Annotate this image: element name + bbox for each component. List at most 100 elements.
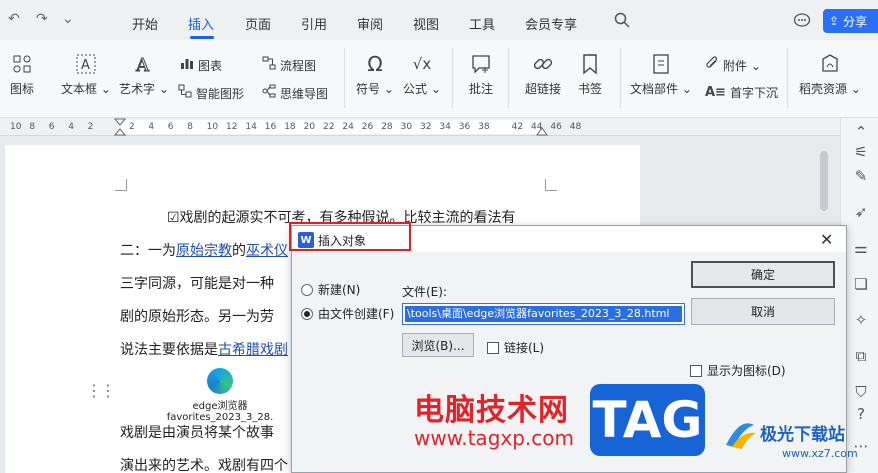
sliders-icon[interactable]: ⚟ — [851, 142, 871, 162]
search-icon[interactable] — [614, 12, 630, 28]
ribbon-toolbar: 图标 A 文本框 ⌄ A 艺术字 ⌄ 图表 智能图形 流程图 思维导图 Ω 符号… — [0, 40, 878, 118]
watermark-tag-logo: TAG — [590, 384, 705, 456]
attachment-button[interactable]: 附件 ⌄ — [705, 56, 761, 74]
watermark-site-name: 电脑技术网 — [414, 393, 569, 428]
pen-icon[interactable]: ✎ — [851, 166, 871, 186]
ruler-tick-label: 4 — [68, 122, 74, 132]
link-checkbox-label: 链接(L) — [504, 341, 545, 355]
drag-handle-icon[interactable]: ⋮⋮ — [86, 381, 116, 400]
link-checkbox[interactable]: 链接(L) — [487, 339, 544, 356]
active-tab-indicator — [190, 36, 214, 39]
browse-button[interactable]: 浏览(B)... — [402, 333, 474, 357]
document-text-line[interactable]: 说法主要依据是古希腊戏剧 — [120, 339, 288, 359]
paperclip-icon — [705, 56, 719, 74]
svg-text:A: A — [135, 55, 150, 75]
ruler-tick-label: 30 — [400, 122, 413, 132]
object-caption: edge浏览器favorites_2023_3_28. — [166, 401, 274, 423]
magic-icon[interactable]: ✧ — [851, 310, 871, 330]
flowchart-button[interactable]: 流程图 — [262, 56, 316, 74]
file-path-value: \tools\桌面\edge浏览器favorites_2023_3_28.htm… — [405, 306, 682, 322]
dropcap-button[interactable]: A≡ 首字下沉 — [705, 84, 778, 101]
cancel-button[interactable]: 取消 — [691, 298, 835, 325]
ruler-tick-label: 48 — [569, 122, 582, 132]
document-text-line[interactable]: 剧的原始形态。另一为劳 — [120, 306, 274, 326]
document-text-line[interactable]: 三字同源，可能是对一种 — [120, 273, 274, 293]
tab-tools[interactable]: 工具 — [469, 14, 495, 33]
document-link[interactable]: 原始宗教 — [176, 243, 232, 259]
document-text-line[interactable]: 演出来的艺术。戏剧有四个 — [120, 455, 288, 473]
dropcap-icon: A≡ — [705, 85, 726, 100]
document-link[interactable]: 古希腊戏剧 — [218, 342, 288, 358]
chevron-up-icon[interactable]: ⌃ — [851, 122, 871, 142]
ruler-tick-label: 20 — [303, 122, 316, 132]
symbol-button[interactable]: Ω 符号 ⌄ — [352, 52, 398, 97]
vertical-scrollbar[interactable] — [820, 151, 828, 211]
watermark-aurora-logo-icon — [726, 423, 756, 449]
radio-from-file-label: 由文件创建(F) — [318, 307, 395, 321]
comment-button[interactable]: 批注 — [462, 52, 500, 97]
ruler-indent-marker[interactable] — [114, 118, 126, 136]
shield-icon[interactable]: ⛉ — [851, 382, 871, 402]
icon-label: 图标 — [9, 82, 34, 96]
dropcap-label: 首字下沉 — [729, 86, 778, 100]
layers-icon[interactable]: ❏ — [851, 274, 871, 294]
link-checkbox-box[interactable] — [487, 341, 499, 354]
book-search-icon[interactable]: ⧉ — [851, 346, 871, 366]
ribbon-separator — [344, 48, 345, 108]
mindmap-icon — [262, 84, 276, 102]
formula-button[interactable]: √x 公式 ⌄ — [400, 52, 444, 97]
embedded-object[interactable]: edge浏览器favorites_2023_3_28. — [140, 368, 300, 423]
smartart-button[interactable]: 智能图形 — [178, 84, 244, 102]
ribbon-separator — [620, 48, 621, 108]
hyperlink-button[interactable]: 超链接 — [520, 52, 566, 97]
mindmap-button[interactable]: 思维导图 — [262, 84, 328, 102]
help-icon[interactable]: ? — [851, 404, 871, 424]
flowchart-label: 流程图 — [280, 58, 317, 73]
ok-button[interactable]: 确定 — [691, 261, 835, 288]
file-path-input[interactable]: \tools\桌面\edge浏览器favorites_2023_3_28.htm… — [402, 303, 685, 325]
radio-new[interactable]: 新建(N) — [301, 281, 360, 298]
ruler-tick-label: 12 — [226, 122, 238, 132]
document-link[interactable]: 巫术仪 — [246, 243, 288, 259]
radio-new-indicator[interactable] — [301, 283, 313, 296]
show-as-icon-checkbox[interactable]: 显示为图标(D) — [690, 362, 786, 379]
watermark-site-url: www.tagxp.com — [414, 426, 574, 450]
chat-icon[interactable] — [793, 12, 811, 28]
close-icon[interactable]: ✕ — [820, 230, 833, 249]
tab-view[interactable]: 视图 — [413, 14, 439, 33]
adjust-icon[interactable]: ⚌ — [851, 238, 871, 258]
ruler-tick-label: 24 — [342, 122, 354, 132]
textbox-button[interactable]: A 文本框 ⌄ — [60, 52, 112, 97]
ruler-tick-label: 8 — [29, 122, 36, 132]
tab-home[interactable]: 开始 — [132, 14, 158, 33]
document-text-line[interactable]: 戏剧是由演员将某个故事 — [120, 422, 274, 442]
docparts-button[interactable]: 文档部件 ⌄ — [630, 52, 692, 97]
bookmark-button[interactable]: 书签 — [572, 52, 608, 97]
tab-review[interactable]: 审阅 — [357, 14, 383, 33]
undo-icon[interactable]: ↶ — [8, 11, 20, 27]
tab-reference[interactable]: 引用 — [301, 14, 327, 33]
tab-page[interactable]: 页面 — [245, 14, 271, 33]
resources-button[interactable]: 稻壳资源 ⌄ — [795, 52, 865, 97]
chart-button[interactable]: 图表 — [180, 56, 222, 74]
tab-member[interactable]: 会员专享 — [525, 14, 577, 33]
radio-from-file[interactable]: 由文件创建(F) — [301, 305, 394, 322]
icon-button[interactable]: 图标 — [0, 52, 44, 97]
ruler-tick-label: 10 — [10, 122, 22, 132]
show-as-icon-checkbox-box[interactable] — [690, 364, 702, 377]
horizontal-ruler[interactable]: 10 8 6 4 2 2 4 6 8 10 12 14 16 18 20 22 24 26 28 30 32 34 36 38… — [0, 118, 840, 136]
share-button[interactable]: ⇪ 分享 — [823, 9, 878, 33]
ruler-tick-label: 10 — [206, 122, 219, 132]
redo-icon[interactable]: ↷ — [36, 11, 48, 27]
wordart-button[interactable]: A 艺术字 ⌄ — [118, 52, 170, 97]
document-text-line[interactable]: 二：一为原始宗教的巫术仪 — [120, 240, 288, 260]
ruler-right-indent-marker[interactable] — [536, 124, 548, 136]
ruler-tick-label: 36 — [458, 122, 471, 132]
ruler-tick-label: 14 — [245, 122, 257, 132]
quick-access-dropdown-icon[interactable]: ⌄ — [62, 11, 74, 27]
cursor-icon[interactable]: ➶ — [851, 202, 871, 222]
radio-from-file-indicator[interactable] — [301, 307, 313, 320]
flowchart-icon — [262, 56, 276, 74]
wordart-icon: A — [132, 52, 156, 76]
tab-insert[interactable]: 插入 — [188, 14, 214, 33]
